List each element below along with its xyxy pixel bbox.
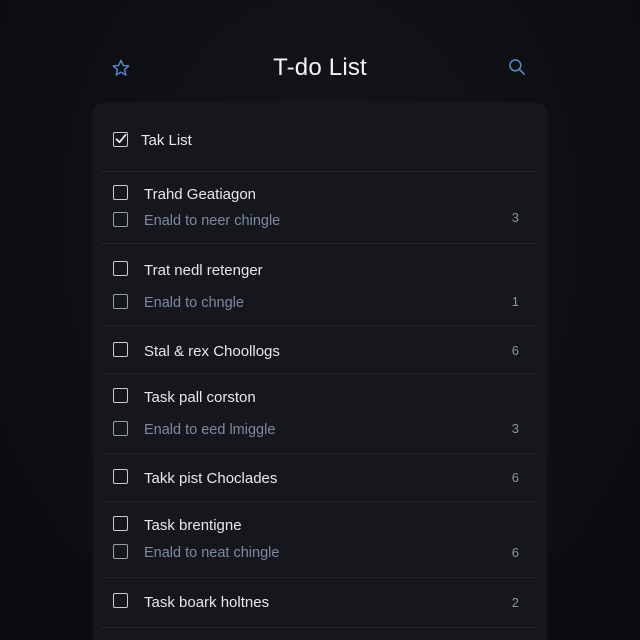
search-button[interactable] [505,55,529,79]
task-subtitle: Enald to neer chingle [144,213,281,229]
task-subtitle: Enald to neat chingle [144,545,280,561]
task-count: 3 [511,210,519,225]
task-row[interactable]: Stal & rex Choollogs 6 [101,325,537,374]
task-row[interactable]: Task boark holtnes 2 [101,577,537,630]
task-title: Trahd Geatiagon [144,186,257,203]
task-count: 6 [511,545,519,560]
task-title: Stal & rex Choollogs [144,343,280,360]
task-subtitle: Enald to eed lmiggle [144,422,276,438]
list-header: Tak List [93,121,547,161]
task-row[interactable]: Task brentigne Enald to neat chingle 6 [101,501,537,578]
list-select-all-checkbox[interactable] [113,132,128,147]
search-icon [509,59,525,75]
app-window: T-do List Tak List Trahd Geatiagon Enald… [0,0,640,640]
task-row[interactable]: Takk pist Choclades 6 [101,453,537,502]
subtask-checkbox[interactable] [113,212,128,227]
task-count: 6 [511,470,519,485]
subtask-checkbox[interactable] [113,294,128,309]
page-title: T-do List [273,54,367,81]
app-header: T-do List [95,44,545,92]
task-title: Trat nedl retenger [144,262,263,279]
subtask-checkbox[interactable] [113,421,128,436]
task-count: 6 [511,343,519,358]
task-checkbox[interactable] [113,388,128,403]
task-checkbox[interactable] [113,261,128,276]
task-checkbox[interactable] [113,516,128,531]
task-checkbox[interactable] [113,185,128,200]
task-title: Takk pist Choclades [144,470,278,487]
task-title: Task pall corston [144,389,256,406]
list-title: Tak List [141,132,192,149]
task-count: 2 [511,595,519,610]
task-row[interactable]: Trat nedl retenger Enald to chngle 1 [101,243,537,326]
task-title: Task brentigne [144,517,242,534]
task-title: Task boark holtnes [144,594,270,611]
list-divider [101,627,537,629]
task-list-card: Tak List Trahd Geatiagon Enald to neer c… [93,103,547,640]
checkmark-icon [115,134,127,144]
task-checkbox[interactable] [113,342,128,357]
task-count: 3 [511,421,519,436]
task-row[interactable]: Task pall corston Enald to eed lmiggle 3 [101,373,537,454]
task-checkbox[interactable] [113,593,128,608]
task-checkbox[interactable] [113,469,128,484]
task-subtitle: Enald to chngle [144,295,244,311]
subtask-checkbox[interactable] [113,544,128,559]
task-row[interactable]: Trahd Geatiagon Enald to neer chingle 3 [101,171,537,242]
task-count: 1 [511,294,519,309]
